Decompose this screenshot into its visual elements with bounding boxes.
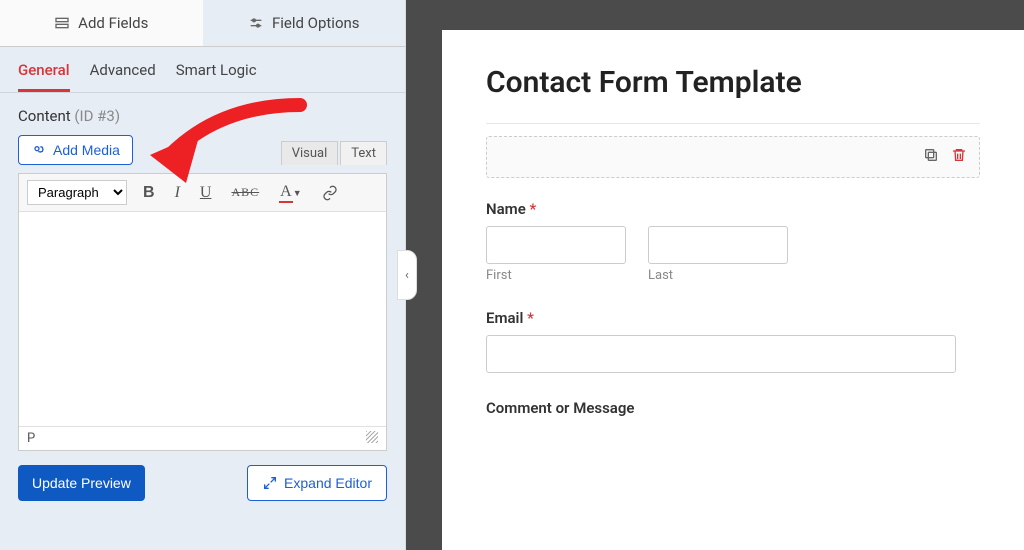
editor-mode-tabs: Visual Text	[281, 141, 387, 165]
email-input[interactable]	[486, 335, 956, 373]
last-name-input[interactable]	[648, 226, 788, 264]
expand-editor-button[interactable]: Expand Editor	[247, 465, 387, 501]
last-sublabel: Last	[648, 268, 788, 283]
add-fields-icon	[54, 15, 70, 31]
strikethrough-button[interactable]: ABC	[227, 183, 263, 202]
tab-add-fields-label: Add Fields	[78, 14, 148, 32]
email-label: Email *	[486, 309, 980, 327]
field-options-sidebar: Add Fields Field Options General Advance…	[0, 0, 406, 550]
italic-button[interactable]: I	[171, 182, 184, 204]
divider	[486, 123, 980, 124]
subtab-advanced[interactable]: Advanced	[90, 61, 156, 92]
editor-toolbar: Paragraph B I U ABC A ▼	[19, 174, 386, 212]
field-options-icon	[248, 15, 264, 31]
tab-field-options[interactable]: Field Options	[203, 0, 406, 46]
editor-status-path: P	[27, 431, 35, 446]
builder-tabs: Add Fields Field Options	[0, 0, 405, 47]
first-name-input[interactable]	[486, 226, 626, 264]
bold-button[interactable]: B	[139, 182, 159, 204]
subtabs: General Advanced Smart Logic	[0, 47, 405, 93]
content-header: Content (ID #3)	[0, 93, 405, 135]
copy-icon	[923, 147, 939, 163]
subtab-smart-logic[interactable]: Smart Logic	[176, 61, 257, 92]
underline-button[interactable]: U	[196, 182, 216, 204]
comment-label: Comment or Message	[486, 399, 980, 417]
text-color-button[interactable]: A ▼	[275, 181, 305, 205]
tab-field-options-label: Field Options	[272, 14, 360, 32]
form-preview-panel: Contact Form Template Name * First	[406, 0, 1024, 550]
collapse-sidebar-button[interactable]: ‹	[397, 250, 417, 300]
content-field-block[interactable]	[486, 136, 980, 178]
expand-editor-label: Expand Editor	[284, 475, 372, 491]
chevron-left-icon: ‹	[405, 268, 409, 283]
tab-add-fields[interactable]: Add Fields	[0, 0, 203, 46]
name-fields: First Last	[486, 226, 980, 283]
content-label: Content	[18, 107, 71, 125]
editor-tab-visual[interactable]: Visual	[281, 141, 339, 165]
subtab-general[interactable]: General	[18, 61, 70, 92]
resize-handle[interactable]	[366, 431, 378, 443]
update-preview-button[interactable]: Update Preview	[18, 465, 145, 501]
format-select[interactable]: Paragraph	[27, 180, 127, 205]
link-icon	[322, 185, 338, 201]
duplicate-field-button[interactable]	[923, 147, 939, 167]
form-title: Contact Form Template	[486, 66, 980, 101]
editor-tab-text[interactable]: Text	[340, 141, 387, 165]
add-media-button[interactable]: Add Media	[18, 135, 133, 165]
delete-field-button[interactable]	[951, 147, 967, 167]
link-button[interactable]	[318, 183, 342, 203]
first-sublabel: First	[486, 268, 626, 283]
content-id: (ID #3)	[74, 107, 120, 125]
trash-icon	[951, 147, 967, 163]
content-textarea[interactable]	[19, 212, 386, 422]
form-card: Contact Form Template Name * First	[442, 30, 1024, 550]
rich-text-editor: Paragraph B I U ABC A ▼ P	[18, 173, 387, 451]
add-media-label: Add Media	[53, 142, 120, 158]
name-label: Name *	[486, 200, 980, 218]
media-icon	[31, 142, 47, 158]
expand-icon	[262, 475, 278, 491]
